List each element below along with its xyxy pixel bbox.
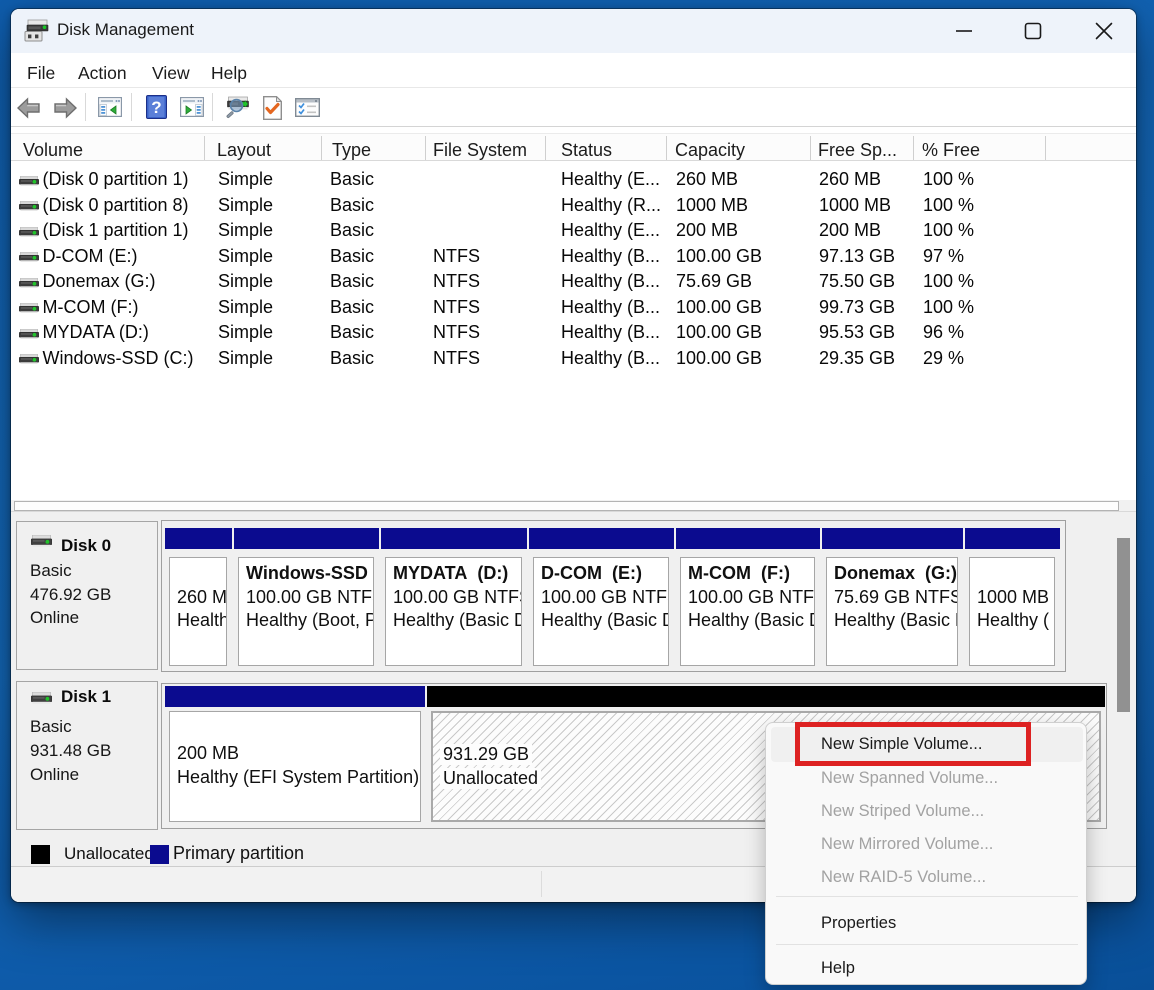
svg-text:?: ?: [151, 98, 161, 117]
